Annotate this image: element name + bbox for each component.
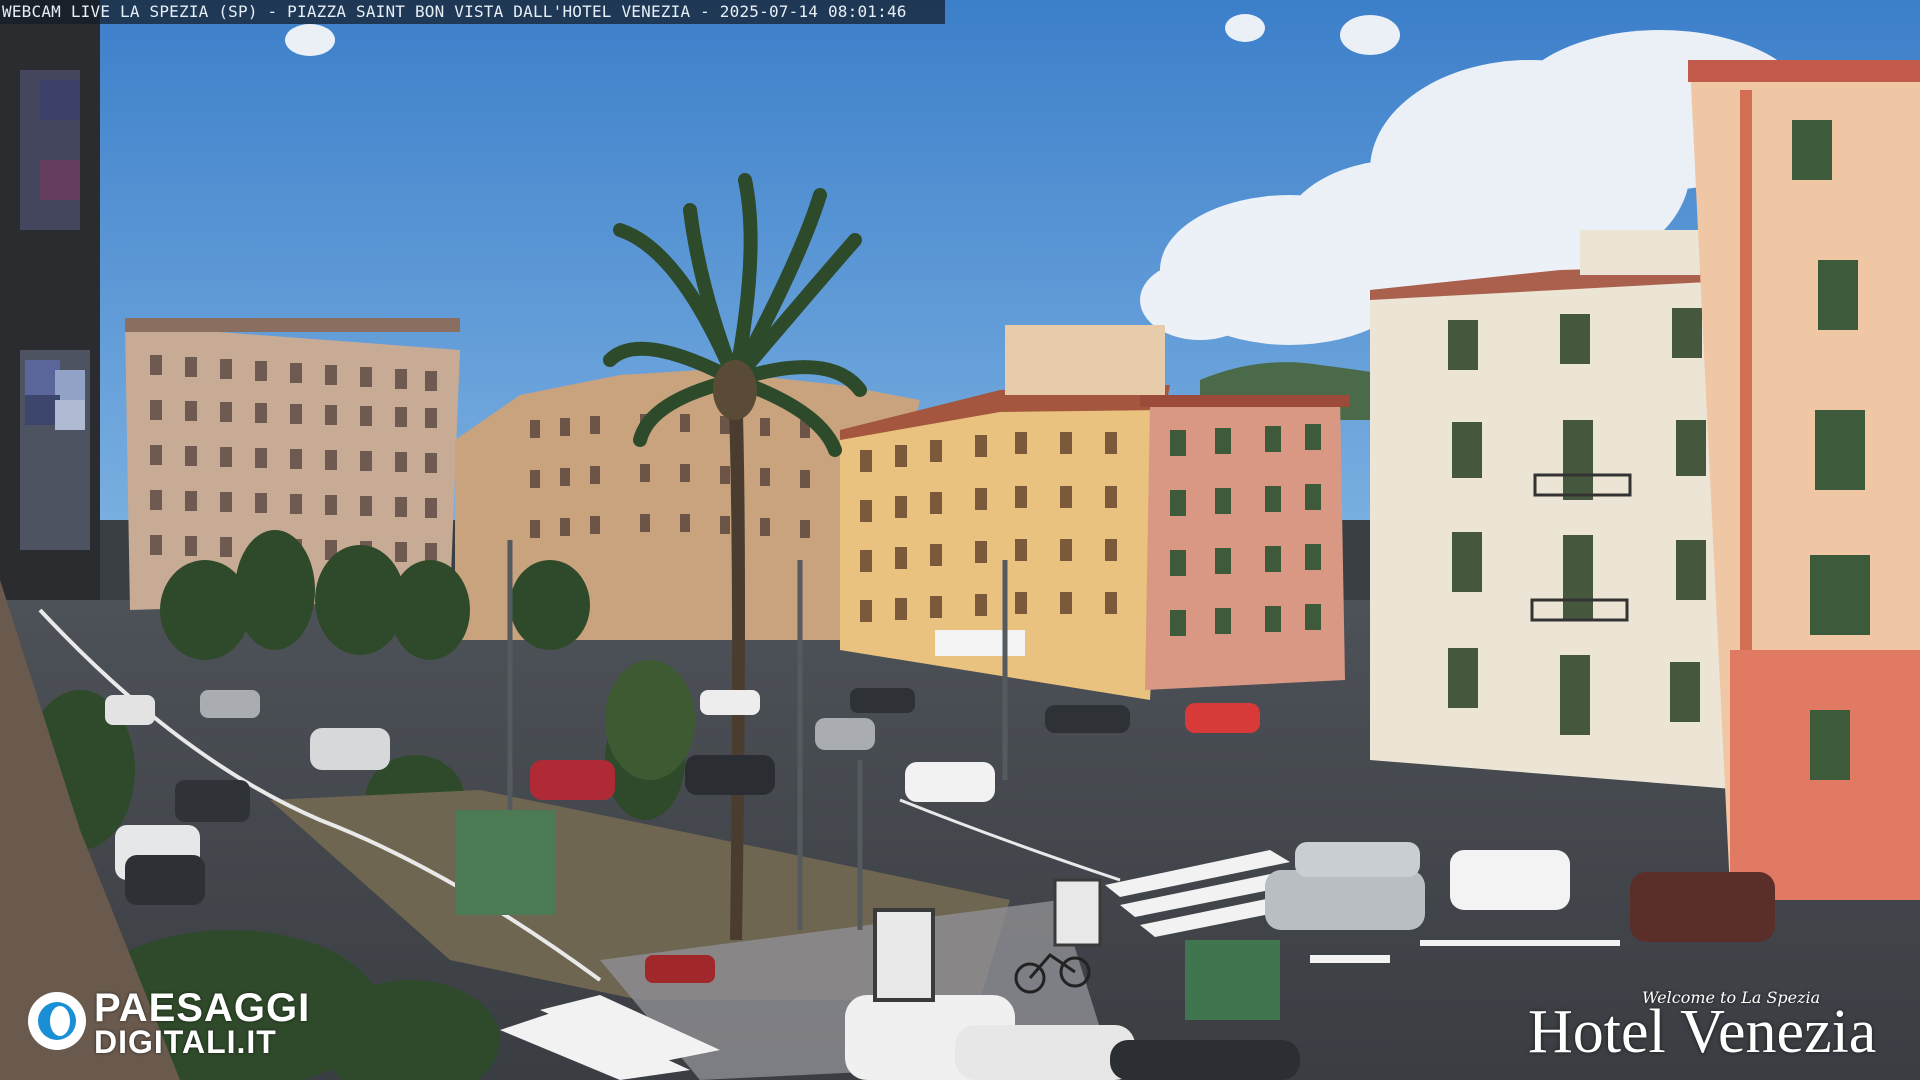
small-tree — [605, 660, 695, 780]
street-scene — [0, 0, 1920, 1080]
webcam-frame: WEBCAM LIVE LA SPEZIA (SP) - PIAZZA SAIN… — [0, 0, 1920, 1080]
scooter — [645, 955, 715, 983]
hotel-name: Hotel Venezia — [1528, 998, 1877, 1066]
webcam-caption: WEBCAM LIVE LA SPEZIA (SP) - PIAZZA SAIN… — [0, 0, 945, 24]
eye-logo-icon — [28, 992, 86, 1050]
paesaggi-digitali-logo: PAESAGGI DIGITALI.IT — [28, 986, 338, 1060]
hotel-venezia-logo: Welcome to La Spezia Hotel Venezia — [1528, 988, 1898, 1068]
green-kiosk — [455, 810, 555, 915]
advertising-board — [873, 908, 935, 1002]
logo-line-2: DIGITALI.IT — [94, 1024, 277, 1060]
